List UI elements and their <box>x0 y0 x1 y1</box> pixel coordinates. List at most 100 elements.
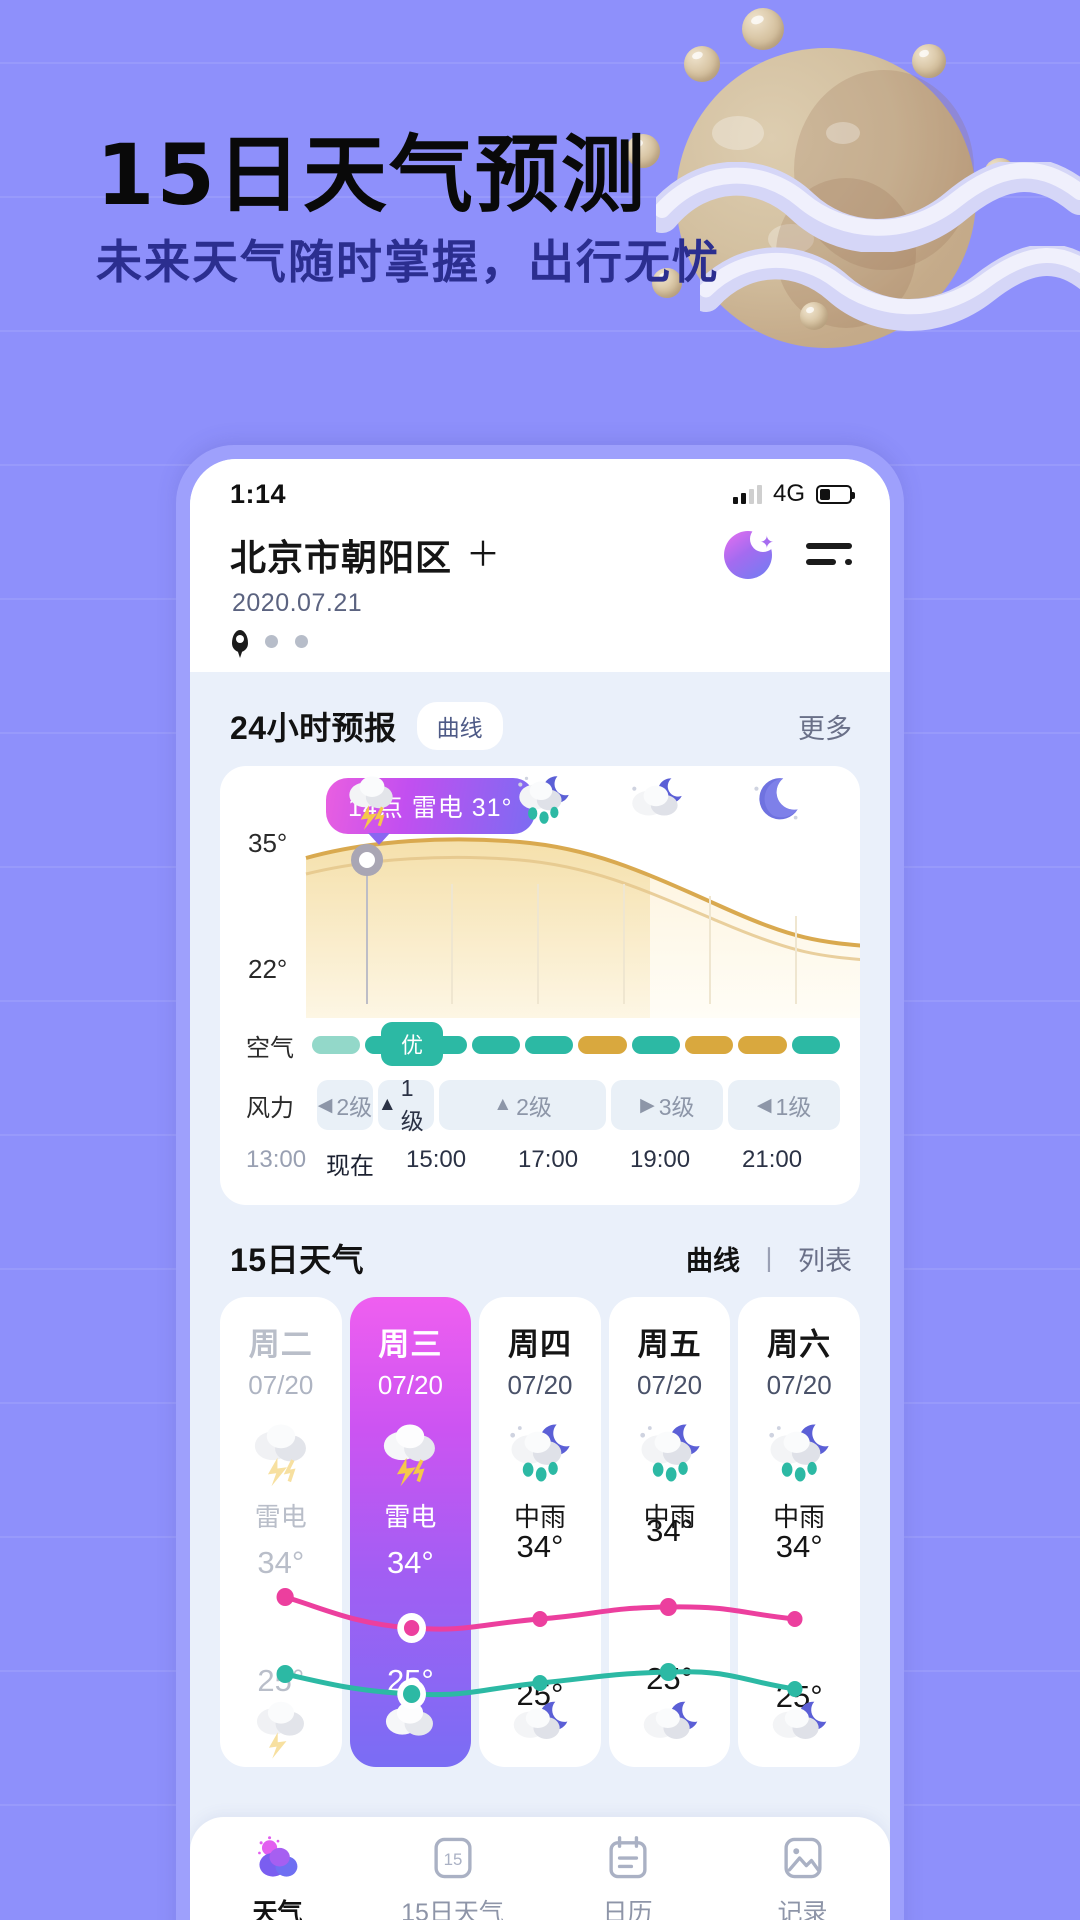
hourly-time-axis: 13:00 现在 15:00 17:00 19:00 21:00 <box>220 1130 860 1199</box>
svg-text:15: 15 <box>443 1850 462 1869</box>
moon-icon[interactable]: ✦ <box>724 526 776 579</box>
day-high-temp: 34° <box>257 1545 305 1580</box>
wind-cells: ◀ 2级 ▲ 1级 ▲ 2级 ▶ 3级 ◀ 1级 <box>317 1075 841 1134</box>
battery-icon <box>816 484 855 504</box>
nav-label: 记录 <box>777 1899 828 1920</box>
rain-night-icon <box>769 1424 829 1482</box>
wind-cell: ◀ 1级 <box>728 1080 841 1130</box>
air-quality-bars: 优 <box>312 1022 840 1066</box>
rain-night-icon <box>772 1701 827 1739</box>
day-column[interactable]: 周五 07/20 中雨 34° 25° <box>608 1297 731 1767</box>
location-row: 北京市朝阳区 ＋ ✦ <box>230 526 852 581</box>
daily-section-header: 15日天气 曲线 丨 列表 <box>190 1205 890 1297</box>
bubble-decoration <box>742 8 784 50</box>
tab-list-view[interactable]: 列表 <box>798 1246 852 1276</box>
calendar-icon <box>608 1836 647 1879</box>
day-column[interactable]: 周二 07/20 雷电 34° 25° <box>220 1297 342 1767</box>
wind-cell: ▲ 1级 <box>377 1075 434 1134</box>
day-column[interactable]: 周三 07/20 雷电 34° 25° <box>349 1297 472 1767</box>
air-quality-badge: 优 <box>381 1022 444 1066</box>
hourly-mode-pill[interactable]: 曲线 <box>416 702 503 750</box>
current-date: 2020.07.21 <box>232 589 363 617</box>
tab-curve-view[interactable]: 曲线 <box>686 1246 740 1276</box>
day-high-temp: 34° <box>646 1513 694 1548</box>
moon-clear-icon <box>754 778 798 820</box>
hourly-selected-point[interactable] <box>351 844 383 876</box>
hourly-temperature-chart[interactable]: 35° 22° 14点 雷电 31° <box>220 766 860 1018</box>
wind-level-label: 1级 <box>775 1094 812 1120</box>
day-date: 07/20 <box>377 1370 443 1400</box>
wind-direction-icon: ◀ <box>317 1094 333 1116</box>
daily-view-toggle[interactable]: 曲线 丨 列表 <box>686 1239 852 1278</box>
time-label: 19:00 <box>630 1146 691 1173</box>
hourly-section-header: 24小时预报 曲线 更多 <box>190 672 890 766</box>
nav-item-record[interactable]: 记录 <box>715 1831 890 1920</box>
nav-item-calendar[interactable]: 日历 <box>540 1831 715 1920</box>
thunderstorm-icon <box>256 1701 304 1759</box>
hourly-more-link[interactable]: 更多 <box>798 707 852 746</box>
nav-item-15day[interactable]: 15 15日天气 <box>365 1831 540 1920</box>
hourly-axis-low: 22° <box>248 954 288 984</box>
weather-cloud-sun-icon <box>257 1836 297 1877</box>
wind-cell: ◀ 2级 <box>317 1080 373 1130</box>
phone-mockup: 1:14 4G 北京市朝阳区 ＋ ✦ 2020.07.21 24小时预报 曲线 … <box>176 445 904 1920</box>
day-high-temp: 34° <box>775 1529 823 1564</box>
day-high-temp: 34° <box>386 1545 434 1580</box>
wind-cell: ▲ 2级 <box>438 1080 607 1130</box>
time-label: 15:00 <box>406 1146 467 1173</box>
calendar-15-icon: 15 <box>433 1837 472 1879</box>
thunderstorm-icon <box>386 1701 434 1736</box>
time-label: 13:00 <box>246 1146 307 1173</box>
rain-night-icon <box>510 1424 570 1482</box>
wind-direction-icon: ◀ <box>756 1094 772 1116</box>
wind-level-label: 2级 <box>516 1094 552 1120</box>
daily-forecast-strip: 周二 07/20 雷电 34° 25° 周三 07/20 雷电 34° 25° … <box>220 1297 860 1767</box>
nav-label: 15日天气 <box>401 1899 504 1920</box>
day-low-temp: 25° <box>646 1661 694 1696</box>
thunderstorm-icon <box>349 776 393 830</box>
location-pin-icon <box>232 630 248 652</box>
wind-row: 风力 ◀ 2级 ▲ 1级 ▲ 2级 ▶ 3级 ◀ 1级 <box>220 1075 860 1134</box>
hourly-forecast-card: 35° 22° 14点 雷电 31° 空气 优 风力 ◀ 2级 ▲ 1级 ▲ 2… <box>220 766 860 1205</box>
bubble-decoration <box>684 46 720 82</box>
view-separator: 丨 <box>755 1245 783 1276</box>
day-date: 07/20 <box>766 1370 832 1400</box>
day-of-week: 周六 <box>767 1327 832 1362</box>
rain-night-icon <box>518 776 569 824</box>
wind-direction-icon: ▲ <box>493 1094 513 1115</box>
wave-decoration <box>700 246 1080 332</box>
day-of-week: 周四 <box>507 1327 572 1362</box>
day-date: 07/20 <box>637 1370 703 1400</box>
header-actions: ✦ <box>724 526 852 579</box>
day-of-week: 周五 <box>637 1327 702 1362</box>
wind-level-label: 3级 <box>658 1094 695 1120</box>
wind-level-label: 1级 <box>400 1074 424 1134</box>
rain-night-icon <box>639 1424 700 1482</box>
hourly-axis-high: 35° <box>248 828 288 858</box>
air-quality-label: 空气 <box>246 1034 294 1062</box>
wind-level-label: 2级 <box>336 1094 373 1120</box>
menu-icon[interactable] <box>806 540 852 570</box>
add-city-button[interactable]: ＋ <box>466 538 500 572</box>
day-condition: 雷电 <box>384 1502 437 1532</box>
nav-item-weather[interactable]: 天气 <box>190 1831 365 1920</box>
pager-dot[interactable] <box>295 634 308 648</box>
cloudy-night-icon <box>632 778 682 816</box>
day-high-temp: 34° <box>516 1529 564 1564</box>
phone-screen: 1:14 4G 北京市朝阳区 ＋ ✦ 2020.07.21 24小时预报 曲线 … <box>190 459 890 1920</box>
city-pager[interactable] <box>230 630 852 652</box>
status-time: 1:14 <box>230 478 287 509</box>
day-column[interactable]: 周六 07/20 中雨 34° 25° <box>738 1297 860 1767</box>
daily-title: 15日天气 <box>230 1242 365 1278</box>
location-name[interactable]: 北京市朝阳区 <box>230 529 452 581</box>
app-header: 北京市朝阳区 ＋ ✦ 2020.07.21 <box>190 521 890 672</box>
status-indicators: 4G <box>732 480 855 508</box>
day-column[interactable]: 周四 07/20 中雨 34° 25° <box>479 1297 601 1767</box>
air-quality-row: 空气 优 <box>220 1022 860 1068</box>
day-date: 07/20 <box>248 1370 314 1400</box>
pager-dot[interactable] <box>265 634 278 648</box>
thunderstorm-icon <box>384 1424 436 1487</box>
rain-night-icon <box>513 1701 568 1739</box>
rain-night-icon <box>643 1701 697 1739</box>
promo-subtitle: 未来天气随时掌握，出行无忧 <box>96 235 720 289</box>
